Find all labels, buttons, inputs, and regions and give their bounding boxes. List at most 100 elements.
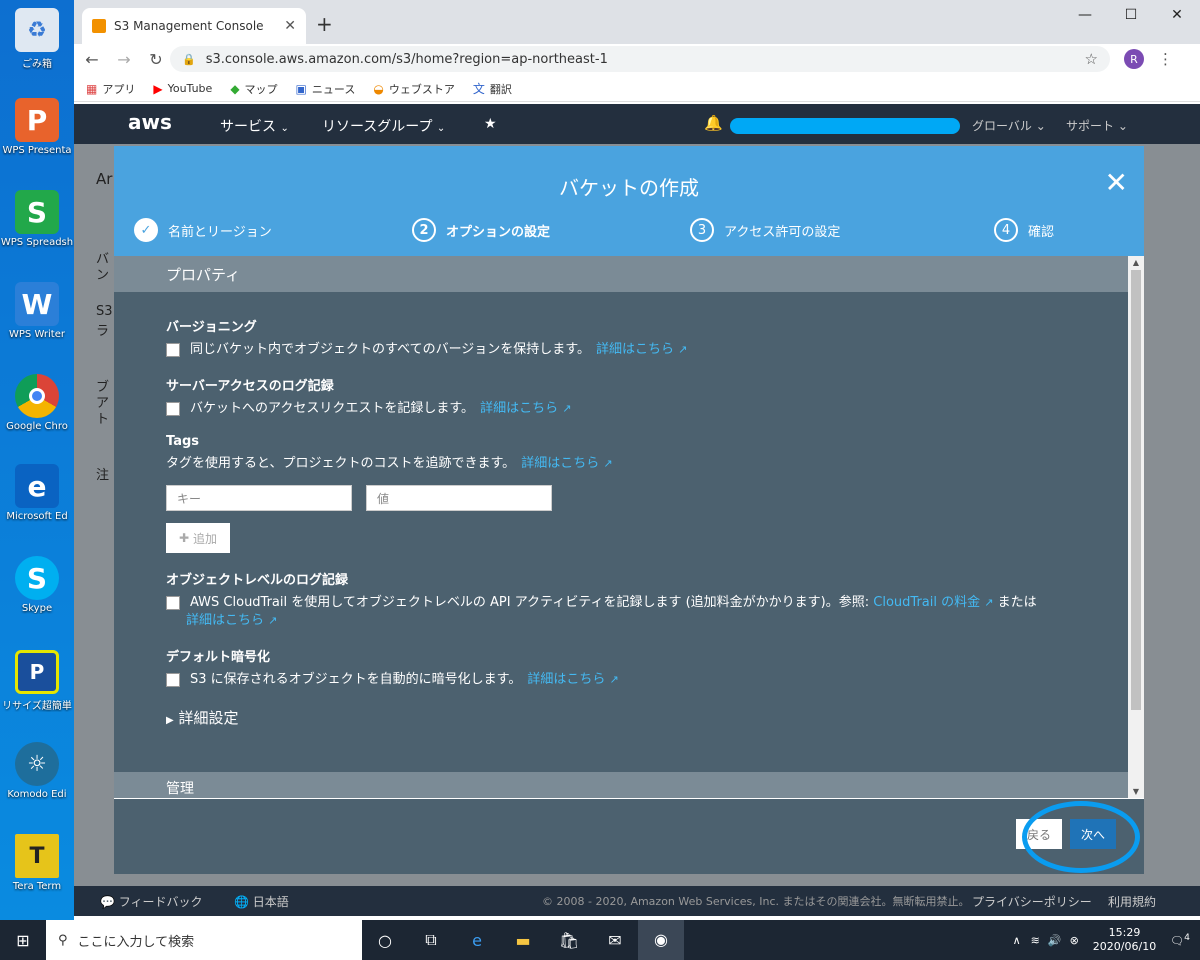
versioning-learn-more-link[interactable]: 詳細はこちら ↗ (596, 341, 687, 359)
browser-window: S3 Management Console ✕ + — ☐ ✕ ← → ↻ 🔒 … (74, 0, 1200, 920)
advanced-settings-toggle[interactable]: ▶ 詳細設定 (166, 707, 1076, 728)
taskbar-search[interactable]: ⚲ ここに入力して検索 (46, 920, 362, 960)
file-explorer-icon[interactable]: ▬ (500, 931, 546, 950)
aws-footer: 💬 フィードバック 🌐 日本語 © 2008 - 2020, Amazon We… (74, 886, 1200, 916)
bell-icon[interactable]: 🔔 (704, 114, 723, 132)
url-field[interactable]: 🔒 s3.console.aws.amazon.com/s3/home?regi… (170, 46, 1110, 72)
caret-right-icon: ▶ (166, 715, 174, 726)
feedback-link[interactable]: 💬 フィードバック (100, 893, 203, 910)
volume-icon[interactable]: 🔊 (1048, 934, 1062, 947)
services-menu[interactable]: サービス ⌄ (220, 116, 289, 136)
close-tab-icon[interactable]: ✕ (284, 18, 296, 34)
chevron-down-icon: ⌄ (436, 123, 446, 134)
section-properties[interactable]: プロパティ (114, 256, 1128, 292)
desktop-icon-recycle-bin[interactable]: ♻ ごみ箱 (0, 8, 74, 70)
skype-icon: S (15, 556, 59, 600)
webstore-icon: ◒ (373, 81, 384, 96)
encryption-checkbox[interactable] (166, 673, 180, 687)
resource-groups-menu[interactable]: リソースグループ ⌄ (322, 116, 445, 136)
step-options[interactable]: 2 オプションの設定 (412, 218, 550, 242)
reload-icon[interactable]: ↻ (142, 50, 170, 69)
close-icon[interactable]: ✕ (1105, 166, 1128, 199)
profile-avatar[interactable]: R (1124, 49, 1144, 69)
language-link[interactable]: 🌐 日本語 (234, 893, 289, 910)
notification-icon[interactable]: 🗨4 (1170, 932, 1190, 948)
bookmark-apps[interactable]: ▦ アプリ (86, 81, 135, 97)
server-access-log-learn-more-link[interactable]: 詳細はこちら ↗ (480, 400, 571, 418)
new-tab-button[interactable]: + (316, 12, 333, 36)
object-log-checkbox[interactable] (166, 596, 180, 610)
server-access-log-checkbox[interactable] (166, 402, 180, 416)
wifi-icon[interactable]: ≋ (1031, 934, 1040, 947)
edge-taskbar-icon[interactable]: e (454, 931, 500, 950)
server-access-log-group: サーバーアクセスのログ記録 バケットへのアクセスリクエストを記録します。 詳細は… (166, 379, 572, 418)
task-view-icon[interactable]: ⧉ (408, 930, 454, 950)
bookmark-news[interactable]: ▣ ニュース (296, 81, 356, 97)
browser-tab[interactable]: S3 Management Console ✕ (82, 8, 306, 44)
aws-logo[interactable]: aws (128, 110, 172, 134)
pin-icon[interactable]: ★ (484, 116, 497, 132)
object-log-learn-more-link[interactable]: 詳細はこちら ↗ (186, 613, 277, 628)
create-bucket-modal: バケットの作成 ✕ ✓ 名前とリージョン 2 オプションの設定 3 アクセス許可… (114, 146, 1144, 874)
desktop-icon-tera-term[interactable]: T Tera Term (0, 834, 74, 892)
external-link-icon: ↗ (268, 614, 278, 627)
bookmark-maps[interactable]: ◆ マップ (230, 81, 277, 97)
support-menu[interactable]: サポート ⌄ (1066, 117, 1128, 134)
desktop-icon-wps-writer[interactable]: W WPS Writer (0, 282, 74, 340)
desktop-icon-chrome[interactable]: Google Chro (0, 374, 74, 432)
modal-scrollbar[interactable]: ▲ ▼ (1128, 256, 1144, 798)
bookmark-webstore[interactable]: ◒ ウェブストア (373, 81, 454, 97)
minimize-icon[interactable]: — (1062, 0, 1108, 30)
news-icon: ▣ (295, 81, 307, 96)
desktop-icon-skype[interactable]: S Skype (0, 556, 74, 614)
copyright-text: © 2008 - 2020, Amazon Web Services, Inc.… (542, 895, 970, 908)
desktop-icon-wps-presentation[interactable]: P WPS Presenta (0, 98, 74, 156)
region-menu[interactable]: グローバル ⌄ (972, 117, 1046, 134)
cortana-icon[interactable]: ○ (362, 931, 408, 950)
bookmark-star-icon[interactable]: ☆ (1085, 50, 1098, 68)
maps-icon: ◆ (230, 81, 240, 96)
forward-arrow-icon[interactable]: → (110, 50, 138, 69)
desktop-icon-resize-tool[interactable]: P リサイズ超簡単 (0, 650, 74, 712)
chrome-taskbar-icon[interactable]: ◉ (638, 920, 684, 960)
resize-tool-icon: P (15, 650, 59, 694)
step-permissions[interactable]: 3 アクセス許可の設定 (690, 218, 840, 242)
close-window-icon[interactable]: ✕ (1154, 0, 1200, 30)
tag-key-input[interactable]: キー (166, 485, 352, 511)
ime-icon[interactable]: ⊗ (1070, 934, 1079, 947)
maximize-icon[interactable]: ☐ (1108, 0, 1154, 30)
bookmark-youtube[interactable]: ▶ YouTube (153, 82, 212, 96)
privacy-link[interactable]: プライバシーポリシー (972, 893, 1092, 910)
address-bar-row: ← → ↻ 🔒 s3.console.aws.amazon.com/s3/hom… (74, 44, 1200, 74)
bookmark-translate[interactable]: 文翻訳 (473, 80, 512, 97)
translate-icon: 文 (472, 82, 485, 96)
speech-bubble-icon: 💬 (100, 894, 115, 909)
bookmarks-bar: ▦ アプリ ▶ YouTube ◆ マップ ▣ ニュース ◒ ウェブストア 文翻訳 (74, 76, 1200, 102)
modal-header: バケットの作成 ✕ ✓ 名前とリージョン 2 オプションの設定 3 アクセス許可… (114, 146, 1144, 256)
versioning-checkbox[interactable] (166, 343, 180, 357)
encryption-learn-more-link[interactable]: 詳細はこちら ↗ (527, 671, 618, 689)
tags-learn-more-link[interactable]: 詳細はこちら ↗ (521, 455, 612, 473)
mail-icon[interactable]: ✉ (592, 931, 638, 950)
tray-chevron-icon[interactable]: ∧ (1013, 934, 1021, 947)
desktop-icon-edge[interactable]: e Microsoft Ed (0, 464, 74, 522)
scroll-down-icon[interactable]: ▼ (1128, 787, 1144, 796)
add-tag-button[interactable]: ✚ 追加 (166, 523, 230, 553)
store-icon[interactable]: 🛍 (546, 931, 592, 950)
scrollbar-thumb[interactable] (1131, 270, 1141, 710)
step-name-region[interactable]: ✓ 名前とリージョン (134, 218, 272, 242)
scroll-up-icon[interactable]: ▲ (1128, 258, 1144, 267)
cloudtrail-pricing-link[interactable]: CloudTrail の料金 ↗ (873, 595, 993, 610)
back-arrow-icon[interactable]: ← (78, 50, 106, 69)
windows-start-icon[interactable]: ⊞ (0, 920, 46, 960)
account-name-redacted[interactable] (730, 118, 960, 134)
section-management[interactable]: 管理 (114, 772, 1128, 798)
desktop-icon-wps-spreadsheet[interactable]: S WPS Spreadsh (0, 190, 74, 248)
menu-icon[interactable]: ⋮ (1158, 50, 1173, 68)
taskbar-clock[interactable]: 15:29 2020/06/10 (1093, 926, 1156, 954)
desktop-icon-komodo-edit[interactable]: ☼ Komodo Edi (0, 742, 74, 800)
tag-value-input[interactable]: 値 (366, 485, 552, 511)
step-review[interactable]: 4 確認 (994, 218, 1054, 242)
tab-bar: S3 Management Console ✕ + — ☐ ✕ (74, 0, 1200, 44)
terms-link[interactable]: 利用規約 (1108, 893, 1156, 910)
